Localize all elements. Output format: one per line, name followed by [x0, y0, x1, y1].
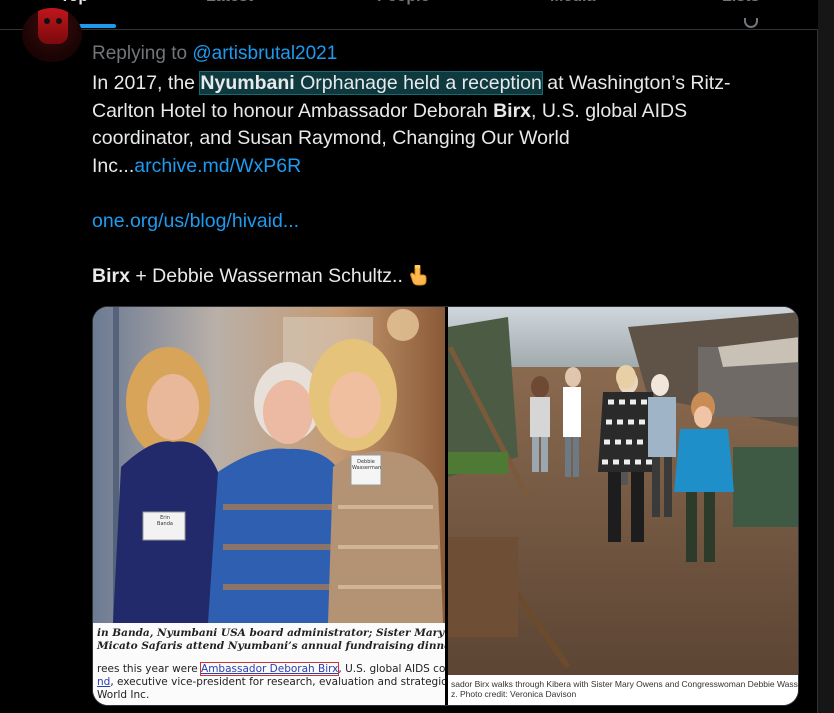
caption-text: World Inc. [97, 689, 150, 701]
bold-term: Birx [92, 264, 130, 287]
timeline-column: Top Latest People Media Lists Replying t… [0, 0, 818, 713]
badge-subtitle: Wasserman [352, 465, 382, 471]
tab-media[interactable]: Media [550, 0, 595, 18]
search-tab-bar: Top Latest People Media Lists [0, 0, 818, 30]
name-badge-1: Erin Banda [145, 515, 185, 527]
archive-link[interactable]: archive.md/WxP6R [134, 155, 301, 177]
media-photo-right[interactable]: sador Birx walks through Kibera with Sis… [448, 307, 799, 705]
media-photo-left[interactable]: Erin Banda Debbie Wasserman in Banda, Ny… [93, 307, 445, 705]
tweet-media-grid[interactable]: Erin Banda Debbie Wasserman in Banda, Ny… [92, 306, 799, 706]
caption-line: z. Photo credit: Veronica Davison [451, 689, 577, 699]
badge-subtitle: Banda [157, 521, 173, 527]
caption-line: in Banda, Nyumbani USA board administrat… [97, 627, 445, 639]
photo-three-women-event [93, 307, 445, 623]
tab-latest[interactable]: Latest [206, 0, 253, 18]
one-org-link[interactable]: one.org/us/blog/hivaid... [92, 210, 299, 232]
replying-to-label: Replying to [92, 43, 193, 64]
bold-term: Birx [493, 99, 532, 122]
tweet-text-segment: + Debbie Wasserman Schultz.. [129, 264, 409, 287]
tweet-text: In 2017, the Nyumbani Orphanage held a r… [92, 70, 782, 290]
tweet-paragraph-2: one.org/us/blog/hivaid... [92, 208, 782, 236]
left-photo-caption: in Banda, Nyumbani USA board administrat… [93, 623, 445, 705]
tweet-text-segment: In 2017, the [92, 72, 201, 94]
highlighted-bold-term: Nyumbani [200, 72, 295, 94]
caption-text: rees this year were [97, 663, 202, 675]
tab-lists[interactable]: Lists [722, 0, 759, 18]
tweet-paragraph-3: Birx + Debbie Wasserman Schultz.. [92, 263, 782, 291]
backhand-index-pointing-down-emoji [410, 264, 427, 285]
caption-line: sador Birx walks through Kibera with Sis… [451, 679, 799, 689]
replying-to-handle-link[interactable]: @artisbrutal2021 [192, 43, 337, 64]
search-highlight: Nyumbani Orphanage held a reception [199, 71, 543, 95]
caption-line: Micato Safaris attend Nyumbani’s annual … [97, 640, 445, 652]
caption-link: nd [97, 676, 111, 688]
photo-kibera-walk [448, 307, 798, 675]
tab-people[interactable]: People [377, 0, 429, 18]
avatar[interactable] [22, 8, 82, 62]
tweet-paragraph-1: In 2017, the Nyumbani Orphanage held a r… [92, 70, 782, 180]
app-frame: Top Latest People Media Lists Replying t… [0, 0, 834, 713]
right-photo-caption: sador Birx walks through Kibera with Sis… [448, 675, 799, 705]
avatar-mask-image [38, 8, 68, 44]
caption-text: , executive vice-president for research,… [110, 676, 445, 688]
caption-text: , U.S. global AIDS coordinat [338, 663, 445, 675]
replying-to-line: Replying to @artisbrutal2021 [92, 43, 337, 65]
settings-icon[interactable] [744, 18, 758, 28]
caption-paragraph: nd, executive vice-president for researc… [97, 676, 445, 689]
name-badge-2: Debbie Wasserman [352, 459, 382, 471]
highlighted-term: Orphanage held a reception [294, 72, 542, 94]
caption-boxed-link: Ambassador Deborah Birx [200, 662, 340, 676]
caption-paragraph: rees this year were Ambassador Deborah B… [97, 662, 445, 676]
